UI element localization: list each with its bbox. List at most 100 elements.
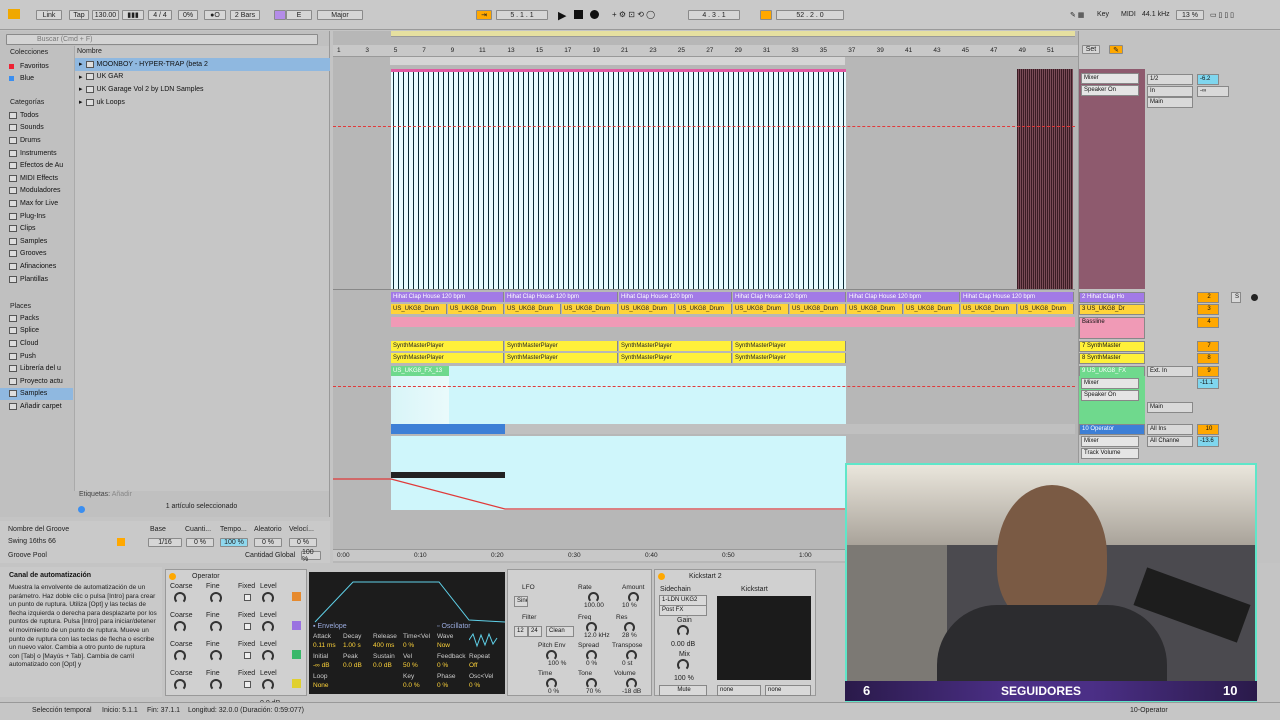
groove-velocity-field[interactable]: 0 % bbox=[289, 538, 317, 547]
osc-color-icon[interactable] bbox=[292, 650, 301, 659]
preview-icon[interactable] bbox=[78, 506, 85, 513]
global-knob[interactable] bbox=[586, 622, 597, 633]
global-select[interactable]: 12 bbox=[514, 626, 528, 637]
groove-item[interactable]: Swing 16ths 66 bbox=[8, 538, 56, 545]
kickstart-select-2[interactable]: none bbox=[765, 685, 811, 696]
track9-mixer-select[interactable]: Mixer bbox=[1081, 378, 1139, 389]
wave-icon[interactable] bbox=[469, 632, 499, 648]
category-item[interactable]: Moduladores bbox=[0, 185, 73, 198]
tap-button[interactable]: Tap bbox=[69, 10, 89, 20]
oscillator-tab[interactable]: ▫ Oscillator bbox=[437, 623, 471, 630]
name-column-header[interactable]: Nombre bbox=[77, 48, 102, 55]
place-item[interactable]: Proyecto actu bbox=[0, 375, 73, 388]
osc-level-knob[interactable] bbox=[262, 621, 274, 633]
draw-mode-icon[interactable]: ✎ ▦ bbox=[1070, 11, 1084, 19]
place-item[interactable]: Splice bbox=[0, 325, 73, 338]
track10-param-select[interactable]: Track Volume bbox=[1081, 448, 1139, 459]
param-value[interactable]: 0 % bbox=[437, 682, 448, 689]
solo-button[interactable]: S bbox=[1231, 292, 1241, 303]
track4-number[interactable]: 4 bbox=[1197, 317, 1219, 328]
track10-volume[interactable]: -13.6 bbox=[1197, 436, 1219, 447]
category-item[interactable]: Plug-Ins bbox=[0, 210, 73, 223]
track3-number[interactable]: 3 bbox=[1197, 304, 1219, 315]
category-item[interactable]: Clips bbox=[0, 222, 73, 235]
arrangement-clip[interactable]: SynthMasterPlayer bbox=[505, 353, 618, 363]
track-7-header[interactable]: 7 SynthMaster bbox=[1079, 341, 1145, 352]
stop-button[interactable] bbox=[574, 10, 583, 19]
track10-input[interactable]: All Ins bbox=[1147, 424, 1193, 435]
file-row[interactable]: ▸ uk Loops bbox=[75, 96, 330, 109]
arrangement-clip[interactable]: US_UKG8_Drum bbox=[790, 304, 846, 314]
arrangement-clip[interactable]: US_UKG8_Drum bbox=[1018, 304, 1074, 314]
osc-fixed-checkbox[interactable] bbox=[244, 594, 251, 601]
category-item[interactable]: Instruments bbox=[0, 147, 73, 160]
sidechain-tap-select[interactable]: Post FX bbox=[659, 605, 707, 616]
global-amount-field[interactable]: 100 % bbox=[301, 549, 321, 563]
osc-fixed-checkbox[interactable] bbox=[244, 681, 251, 688]
time-signature-field[interactable]: 4 / 4 bbox=[148, 10, 172, 20]
track-bassline-header[interactable]: Bassline bbox=[1079, 317, 1145, 339]
track9-number[interactable]: 9 bbox=[1197, 366, 1219, 377]
track9-output[interactable]: Main bbox=[1147, 402, 1193, 413]
global-knob[interactable] bbox=[546, 650, 557, 661]
global-knob[interactable] bbox=[586, 678, 597, 689]
gain-knob[interactable] bbox=[677, 625, 689, 637]
global-param[interactable]: 28 % bbox=[622, 632, 637, 639]
osc-level-knob[interactable] bbox=[262, 679, 274, 691]
place-item[interactable]: Packs bbox=[0, 312, 73, 325]
operator-power-icon[interactable] bbox=[169, 573, 176, 580]
category-item[interactable]: Plantillas bbox=[0, 273, 73, 286]
global-param[interactable]: 0 st bbox=[622, 660, 632, 667]
fx-automation-line[interactable] bbox=[333, 386, 1075, 387]
automation-arm-button[interactable]: ✎ bbox=[1109, 45, 1123, 54]
global-param[interactable]: 100 % bbox=[548, 660, 566, 667]
param-value[interactable]: 0.0 dB bbox=[343, 662, 362, 669]
scale-mode-button[interactable] bbox=[274, 10, 286, 20]
track1-speaker-select[interactable]: Speaker On bbox=[1081, 85, 1139, 96]
track1-monitor-in[interactable]: In bbox=[1147, 86, 1193, 97]
audio-clip-dark[interactable] bbox=[1017, 69, 1073, 289]
global-param[interactable]: -18 dB bbox=[622, 688, 641, 695]
global-knob[interactable] bbox=[586, 650, 597, 661]
global-knob[interactable] bbox=[626, 650, 637, 661]
loop-switch[interactable] bbox=[760, 10, 772, 20]
param-value[interactable]: Now bbox=[437, 642, 450, 649]
midi-map-button[interactable]: MIDI bbox=[1121, 11, 1136, 18]
arrangement-clip[interactable]: SynthMasterPlayer bbox=[619, 353, 732, 363]
collection-blue[interactable]: Blue bbox=[0, 73, 73, 86]
param-value[interactable]: 1.00 s bbox=[343, 642, 361, 649]
arrangement-clip[interactable]: US_UKG8_Drum bbox=[391, 304, 447, 314]
osc-color-icon[interactable] bbox=[292, 592, 301, 601]
collection-favoritos[interactable]: Favoritos bbox=[0, 60, 73, 73]
mix-knob[interactable] bbox=[677, 659, 689, 671]
osc-fixed-checkbox[interactable] bbox=[244, 652, 251, 659]
track1-output[interactable]: Main bbox=[1147, 97, 1193, 108]
param-value[interactable]: None bbox=[313, 682, 329, 689]
key-select[interactable]: E bbox=[286, 10, 312, 20]
arrangement-clip[interactable]: SynthMasterPlayer bbox=[391, 353, 504, 363]
arrangement-clip[interactable]: US_UKG8_Drum bbox=[676, 304, 732, 314]
param-value[interactable]: 400 ms bbox=[373, 642, 394, 649]
scale-select[interactable]: Major bbox=[317, 10, 363, 20]
osc-fine-knob[interactable] bbox=[210, 679, 222, 691]
track8-number[interactable]: 8 bbox=[1197, 353, 1219, 364]
arrangement-clip[interactable]: SynthMasterPlayer bbox=[619, 341, 732, 351]
global-param[interactable]: 0 % bbox=[586, 660, 597, 667]
arrangement-clip[interactable]: US_UKG8_Drum bbox=[562, 304, 618, 314]
mute-button[interactable]: Mute bbox=[659, 685, 707, 696]
track1-input-channel[interactable]: 1/2 bbox=[1147, 74, 1193, 85]
expand-arrow-icon[interactable]: ▸ bbox=[79, 73, 83, 81]
track1-mixer-select[interactable]: Mixer bbox=[1081, 73, 1139, 84]
global-select[interactable]: Clean bbox=[546, 626, 574, 637]
category-item[interactable]: Max for Live bbox=[0, 197, 73, 210]
arm-button[interactable] bbox=[1251, 294, 1258, 301]
category-item[interactable]: Sounds bbox=[0, 122, 73, 135]
param-value[interactable]: 0 % bbox=[403, 642, 414, 649]
osc-coarse-knob[interactable] bbox=[174, 679, 186, 691]
expand-arrow-icon[interactable]: ▸ bbox=[79, 60, 83, 68]
place-item[interactable]: Librería del u bbox=[0, 362, 73, 375]
arrangement-clip[interactable]: Hihat Clap House 120 bpm bbox=[619, 292, 732, 302]
metronome-pattern-button[interactable]: ▮▮▮ bbox=[122, 10, 144, 20]
loop-length-field[interactable]: 52 . 2 . 0 bbox=[776, 10, 844, 20]
arrangement-clip[interactable]: Hihat Clap House 120 bpm bbox=[847, 292, 960, 302]
